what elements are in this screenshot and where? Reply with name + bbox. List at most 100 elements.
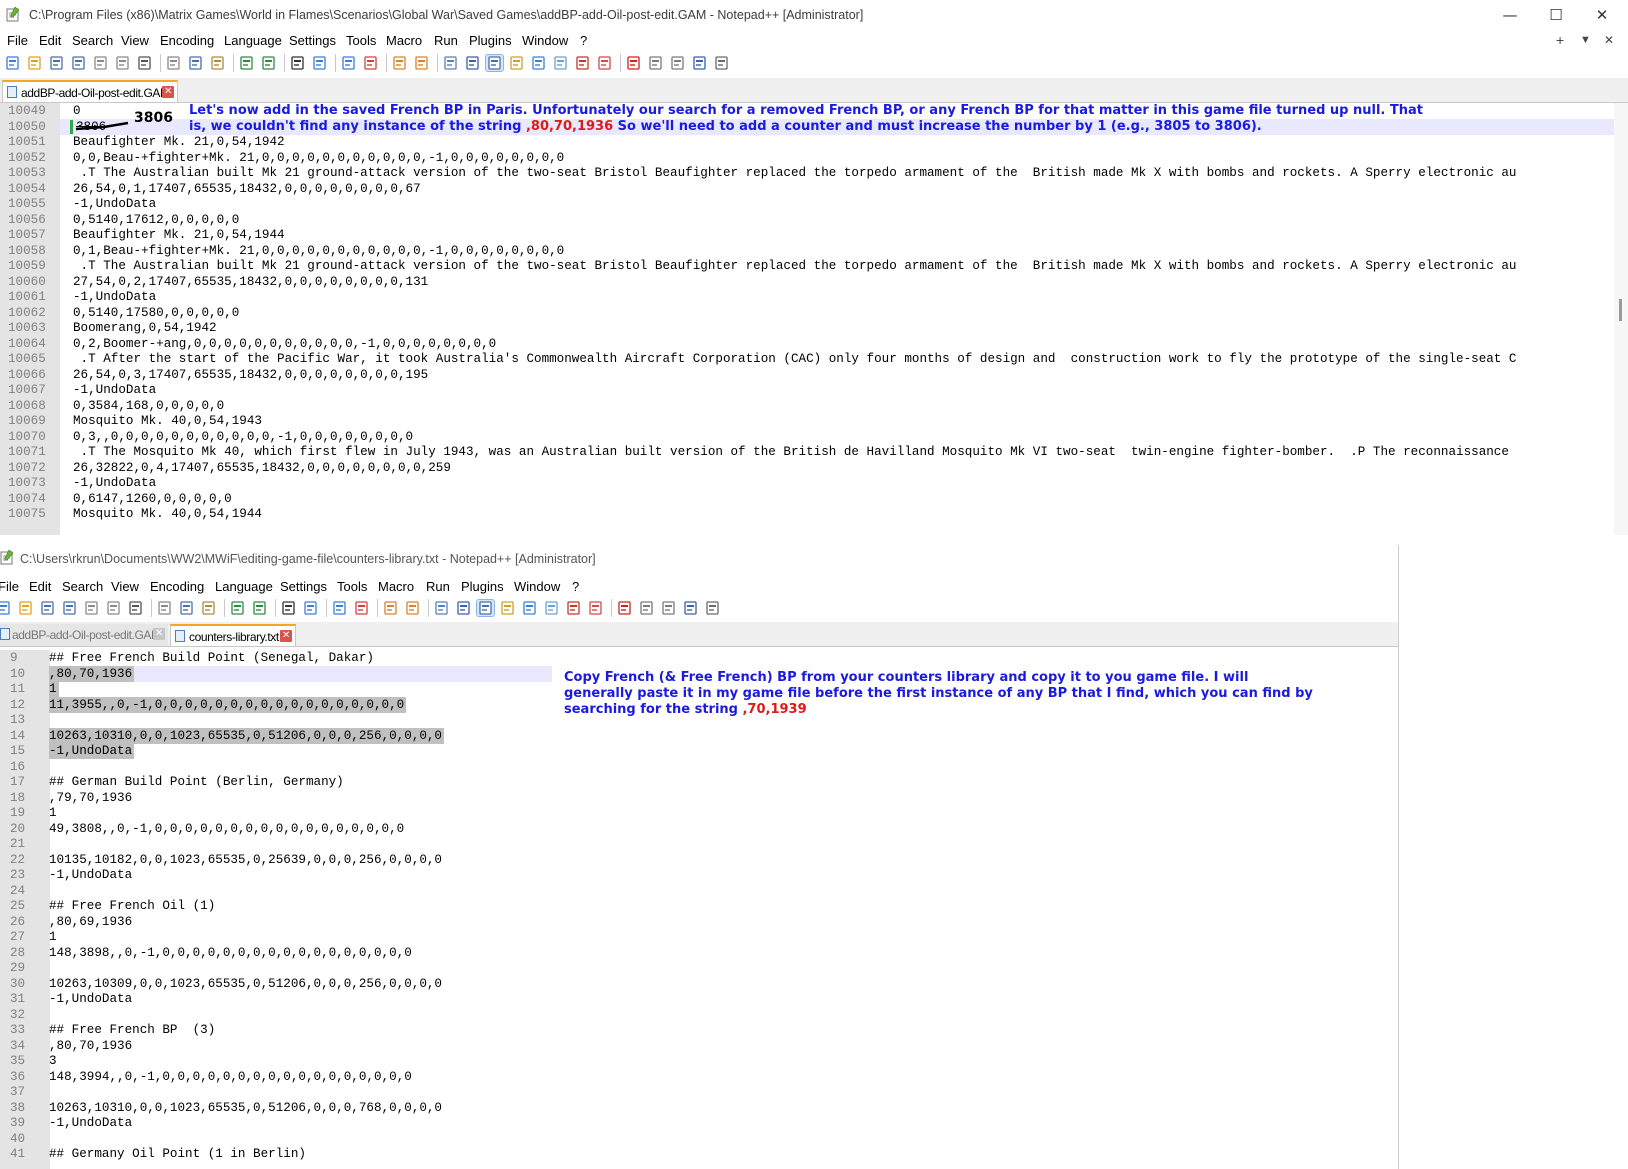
copy-icon[interactable]	[187, 55, 204, 71]
save-icon[interactable]	[39, 600, 56, 616]
replace-icon[interactable]	[311, 55, 328, 71]
sync-horizontal-icon[interactable]	[404, 600, 421, 616]
play-macro-icon[interactable]	[660, 600, 677, 616]
menu-search[interactable]: Search	[72, 33, 113, 48]
record-macro-icon[interactable]	[625, 55, 642, 71]
show-all-chars-icon[interactable]	[455, 600, 472, 616]
zoom-out-icon[interactable]	[362, 55, 379, 71]
menu-window[interactable]: Window	[514, 579, 560, 594]
menu-encoding[interactable]: Encoding	[150, 579, 204, 594]
menu-settings[interactable]: Settings	[289, 33, 336, 48]
new-file-icon[interactable]	[0, 600, 12, 616]
monitoring-icon[interactable]	[596, 55, 613, 71]
menu-language[interactable]: Language	[215, 579, 273, 594]
title-bar[interactable]: C:\Program Files (x86)\Matrix Games\Worl…	[0, 0, 1628, 30]
menu-search[interactable]: Search	[62, 579, 103, 594]
menu-macro[interactable]: Macro	[378, 579, 414, 594]
menu-file[interactable]: File	[0, 579, 19, 594]
cut-icon[interactable]	[156, 600, 173, 616]
zoom-in-icon[interactable]	[331, 600, 348, 616]
menu-tools[interactable]: Tools	[337, 579, 367, 594]
open-file-icon[interactable]	[17, 600, 34, 616]
indent-guide-icon[interactable]	[476, 599, 495, 617]
function-list-icon[interactable]	[552, 55, 569, 71]
menu-file[interactable]: File	[7, 33, 28, 48]
menu-macro[interactable]: Macro	[386, 33, 422, 48]
editor-pane[interactable]: 9 ## Free French Build Point (Senegal, Da…	[0, 650, 1398, 1169]
menu-help[interactable]: ?	[572, 579, 579, 594]
find-icon[interactable]	[280, 600, 297, 616]
show-all-chars-icon[interactable]	[464, 55, 481, 71]
save-macro-icon[interactable]	[704, 600, 721, 616]
record-macro-icon[interactable]	[616, 600, 633, 616]
maximize-button[interactable]: ☐	[1533, 0, 1579, 30]
stop-record-icon[interactable]	[647, 55, 664, 71]
copy-icon[interactable]	[178, 600, 195, 616]
zoom-out-icon[interactable]	[353, 600, 370, 616]
run-macro-multiple-icon[interactable]	[682, 600, 699, 616]
cut-icon[interactable]	[165, 55, 182, 71]
close-icon[interactable]	[83, 600, 100, 616]
editor-pane[interactable]: 10049 0 10050 10051 Beaufighter Mk. 21,0,54,…	[0, 103, 1628, 535]
udl-icon[interactable]	[499, 600, 516, 616]
save-macro-icon[interactable]	[713, 55, 730, 71]
menu-run[interactable]: Run	[426, 579, 450, 594]
save-all-icon[interactable]	[61, 600, 78, 616]
close-tab-icon[interactable]: ✕	[153, 628, 165, 640]
save-all-icon[interactable]	[70, 55, 87, 71]
tab-game-file[interactable]: addBP-add-Oil-post-edit.GAM ✕	[2, 80, 178, 102]
menu-settings[interactable]: Settings	[280, 579, 327, 594]
menu-plugins[interactable]: Plugins	[461, 579, 504, 594]
tab-counters-library[interactable]: counters-library.txt ✕	[170, 624, 296, 646]
redo-icon[interactable]	[260, 55, 277, 71]
menu-edit[interactable]: Edit	[39, 33, 61, 48]
find-icon[interactable]	[289, 55, 306, 71]
stop-record-icon[interactable]	[638, 600, 655, 616]
close-tab-icon[interactable]: ✕	[280, 630, 292, 642]
vertical-scrollbar[interactable]	[1614, 103, 1628, 535]
play-macro-icon[interactable]	[669, 55, 686, 71]
sync-horizontal-icon[interactable]	[413, 55, 430, 71]
tab-game-file[interactable]: addBP-add-Oil-post-edit.GAM ✕	[0, 624, 168, 646]
zoom-in-icon[interactable]	[340, 55, 357, 71]
close-doc-icon[interactable]: ✕	[1604, 33, 1614, 47]
menu-help[interactable]: ?	[580, 33, 587, 48]
replace-icon[interactable]	[302, 600, 319, 616]
close-window-button[interactable]: ✕	[1579, 0, 1625, 30]
folder-workspace-icon[interactable]	[565, 600, 582, 616]
paste-icon[interactable]	[209, 55, 226, 71]
menu-language[interactable]: Language	[224, 33, 282, 48]
close-all-icon[interactable]	[114, 55, 131, 71]
close-tab-icon[interactable]: ✕	[162, 86, 174, 98]
run-macro-multiple-icon[interactable]	[691, 55, 708, 71]
doc-map-icon[interactable]	[521, 600, 538, 616]
print-icon[interactable]	[136, 55, 153, 71]
indent-guide-icon[interactable]	[485, 54, 504, 72]
title-bar[interactable]: C:\Users\rkrun\Documents\WW2\MWiF\editin…	[0, 545, 1398, 571]
function-list-icon[interactable]	[543, 600, 560, 616]
new-file-icon[interactable]	[4, 55, 21, 71]
scrollbar-thumb[interactable]	[1619, 299, 1622, 321]
undo-icon[interactable]	[229, 600, 246, 616]
udl-icon[interactable]	[508, 55, 525, 71]
save-icon[interactable]	[48, 55, 65, 71]
doc-map-icon[interactable]	[530, 55, 547, 71]
folder-workspace-icon[interactable]	[574, 55, 591, 71]
menu-encoding[interactable]: Encoding	[160, 33, 214, 48]
add-tab-icon[interactable]: +	[1556, 32, 1564, 48]
menu-run[interactable]: Run	[434, 33, 458, 48]
list-tabs-icon[interactable]: ▼	[1580, 34, 1591, 46]
word-wrap-icon[interactable]	[433, 600, 450, 616]
print-icon[interactable]	[127, 600, 144, 616]
minimize-button[interactable]: —	[1487, 0, 1533, 30]
close-icon[interactable]	[92, 55, 109, 71]
paste-icon[interactable]	[200, 600, 217, 616]
open-file-icon[interactable]	[26, 55, 43, 71]
menu-tools[interactable]: Tools	[346, 33, 376, 48]
menu-window[interactable]: Window	[522, 33, 568, 48]
undo-icon[interactable]	[238, 55, 255, 71]
redo-icon[interactable]	[251, 600, 268, 616]
menu-view[interactable]: View	[121, 33, 149, 48]
menu-edit[interactable]: Edit	[29, 579, 51, 594]
word-wrap-icon[interactable]	[442, 55, 459, 71]
